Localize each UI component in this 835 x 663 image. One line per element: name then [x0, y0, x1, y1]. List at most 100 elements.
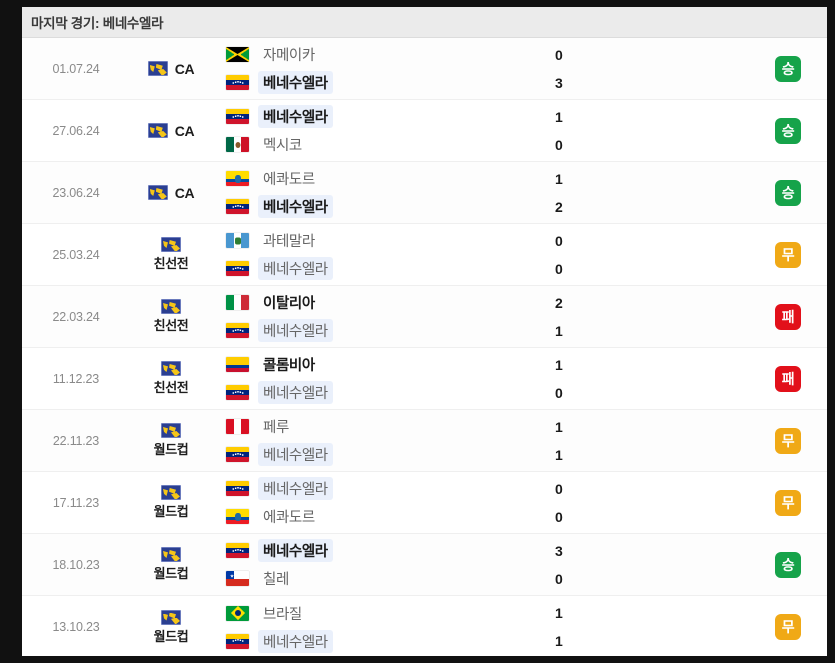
- result-cell: 승: [749, 162, 827, 223]
- team-line-home[interactable]: 베네수엘라: [226, 539, 499, 562]
- match-date: 18.10.23: [52, 557, 100, 572]
- match-date: 13.10.23: [52, 620, 100, 634]
- competition-label: 월드컵: [153, 442, 189, 457]
- flag-brazil: [226, 605, 249, 621]
- result-cell: 무: [749, 224, 827, 285]
- competition-label: CA: [174, 184, 195, 201]
- competition-cell[interactable]: CA: [130, 100, 212, 161]
- competition-cell[interactable]: 월드컵: [130, 534, 212, 595]
- team-line-away[interactable]: 베네수엘라: [226, 443, 499, 466]
- teams-cell: 이탈리아베네수엘라: [212, 286, 499, 347]
- score-home: 1: [555, 418, 563, 435]
- team-name: 칠레: [263, 572, 289, 588]
- status-badge: 승: [775, 551, 801, 578]
- match-row[interactable]: 11.12.23 친선전 콜롬비아 베네수엘라 1 0 패: [22, 348, 827, 410]
- team-name: 과테말라: [263, 234, 315, 250]
- team-name: 에콰도르: [263, 172, 315, 188]
- status-badge: 승: [775, 55, 801, 82]
- team-line-home[interactable]: 브라질: [226, 603, 499, 623]
- page-title: 마지막 경기: 베네수엘라: [31, 16, 164, 31]
- teams-cell: 페루베네수엘라: [212, 410, 499, 471]
- match-row[interactable]: 18.10.23 월드컵 베네수엘라 칠레 3 0 승: [22, 534, 827, 596]
- match-row[interactable]: 22.03.24 친선전 이탈리아 베네수엘라 2 1 패: [22, 286, 827, 348]
- score-away: 0: [555, 570, 563, 587]
- result-cell: 승: [749, 534, 827, 595]
- team-line-home[interactable]: 자메이카: [226, 45, 499, 65]
- team-line-away[interactable]: 베네수엘라: [226, 71, 499, 94]
- competition-cell[interactable]: 친선전: [130, 348, 212, 409]
- teams-cell: 콜롬비아베네수엘라: [212, 348, 499, 409]
- flag-guatemala: [226, 233, 249, 248]
- score-cell: 11: [499, 596, 749, 656]
- score-home: 3: [555, 542, 563, 559]
- team-line-away[interactable]: 칠레: [226, 569, 499, 589]
- world-map-icon: [147, 123, 168, 138]
- match-date: 22.11.23: [52, 433, 100, 448]
- team-name: 베네수엘라: [258, 105, 333, 128]
- team-line-away[interactable]: 멕시코: [226, 135, 499, 155]
- screenshot-root: 마지막 경기: 베네수엘라 01.07.24 CA 자메이카 베네수엘라 0 3 승 27.0…: [0, 0, 835, 663]
- team-line-away[interactable]: 베네수엘라: [226, 629, 499, 653]
- match-date: 22.03.24: [52, 309, 100, 324]
- competition-cell[interactable]: 친선전: [130, 224, 212, 285]
- match-date: 11.12.23: [52, 371, 100, 386]
- flag-jamaica: [226, 47, 249, 62]
- score-away: 1: [555, 633, 563, 649]
- competition-cell[interactable]: 월드컵: [130, 472, 212, 533]
- status-badge: 승: [775, 179, 801, 206]
- competition-label: 월드컵: [153, 628, 189, 644]
- world-map-icon: [161, 609, 181, 625]
- team-name: 이탈리아: [263, 296, 315, 312]
- team-line-away[interactable]: 베네수엘라: [226, 257, 499, 280]
- teams-cell: 과테말라베네수엘라: [212, 224, 499, 285]
- score-home: 0: [555, 232, 563, 249]
- team-line-home[interactable]: 이탈리아: [226, 293, 499, 313]
- competition-label: 월드컵: [153, 504, 189, 519]
- score-home: 2: [555, 294, 563, 311]
- match-row[interactable]: 27.06.24 CA 베네수엘라 멕시코 1 0 승: [22, 100, 827, 162]
- team-line-home[interactable]: 에콰도르: [226, 169, 499, 189]
- team-name: 베네수엘라: [258, 539, 333, 562]
- competition-label: 친선전: [153, 256, 189, 271]
- match-date: 25.03.24: [52, 247, 100, 262]
- competition-cell[interactable]: 월드컵: [130, 410, 212, 471]
- score-cell: 21: [499, 286, 749, 347]
- match-row[interactable]: 17.11.23 월드컵 베네수엘라 에콰도르 0 0 무: [22, 472, 827, 534]
- team-line-home[interactable]: 콜롬비아: [226, 355, 499, 375]
- score-away: 1: [555, 322, 563, 339]
- match-row[interactable]: 13.10.23 월드컵 브라질베네수엘라 1 1 무: [22, 596, 827, 656]
- match-row[interactable]: 22.11.23 월드컵 페루 베네수엘라 1 1 무: [22, 410, 827, 472]
- team-line-home[interactable]: 페루: [226, 417, 499, 437]
- match-row[interactable]: 23.06.24 CA 에콰도르 베네수엘라 1 2 승: [22, 162, 827, 224]
- teams-cell: 베네수엘라칠레: [212, 534, 499, 595]
- competition-label: 친선전: [153, 318, 189, 333]
- competition-label: CA: [174, 60, 195, 77]
- teams-cell: 브라질베네수엘라: [212, 596, 499, 656]
- team-line-away[interactable]: 에콰도르: [226, 507, 499, 527]
- status-badge: 승: [775, 117, 801, 144]
- flag-ecuador: [226, 509, 249, 524]
- team-line-away[interactable]: 베네수엘라: [226, 319, 499, 342]
- competition-cell[interactable]: CA: [130, 38, 212, 99]
- match-row[interactable]: 25.03.24 친선전 과테말라 베네수엘라 0 0 무: [22, 224, 827, 286]
- team-line-away[interactable]: 베네수엘라: [226, 381, 499, 404]
- match-row[interactable]: 01.07.24 CA 자메이카 베네수엘라 0 3 승: [22, 38, 827, 100]
- team-line-home[interactable]: 과테말라: [226, 231, 499, 251]
- competition-cell[interactable]: 월드컵: [130, 596, 212, 656]
- result-cell: 패: [749, 348, 827, 409]
- team-line-home[interactable]: 베네수엘라: [226, 105, 499, 128]
- teams-cell: 베네수엘라멕시코: [212, 100, 499, 161]
- status-badge: 무: [775, 614, 801, 640]
- competition-cell[interactable]: CA: [130, 162, 212, 223]
- flag-venezuela: [226, 261, 249, 276]
- flag-italy: [226, 295, 249, 310]
- match-list: 01.07.24 CA 자메이카 베네수엘라 0 3 승 27.06.24 CA 베네수엘라 멕시코…: [22, 38, 827, 656]
- score-away: 0: [555, 136, 563, 153]
- team-name: 베네수엘라: [258, 319, 333, 342]
- competition-cell[interactable]: 친선전: [130, 286, 212, 347]
- flag-venezuela: [226, 543, 249, 558]
- score-cell: 03: [499, 38, 749, 99]
- team-line-away[interactable]: 베네수엘라: [226, 195, 499, 218]
- score-cell: 11: [499, 410, 749, 471]
- team-line-home[interactable]: 베네수엘라: [226, 477, 499, 500]
